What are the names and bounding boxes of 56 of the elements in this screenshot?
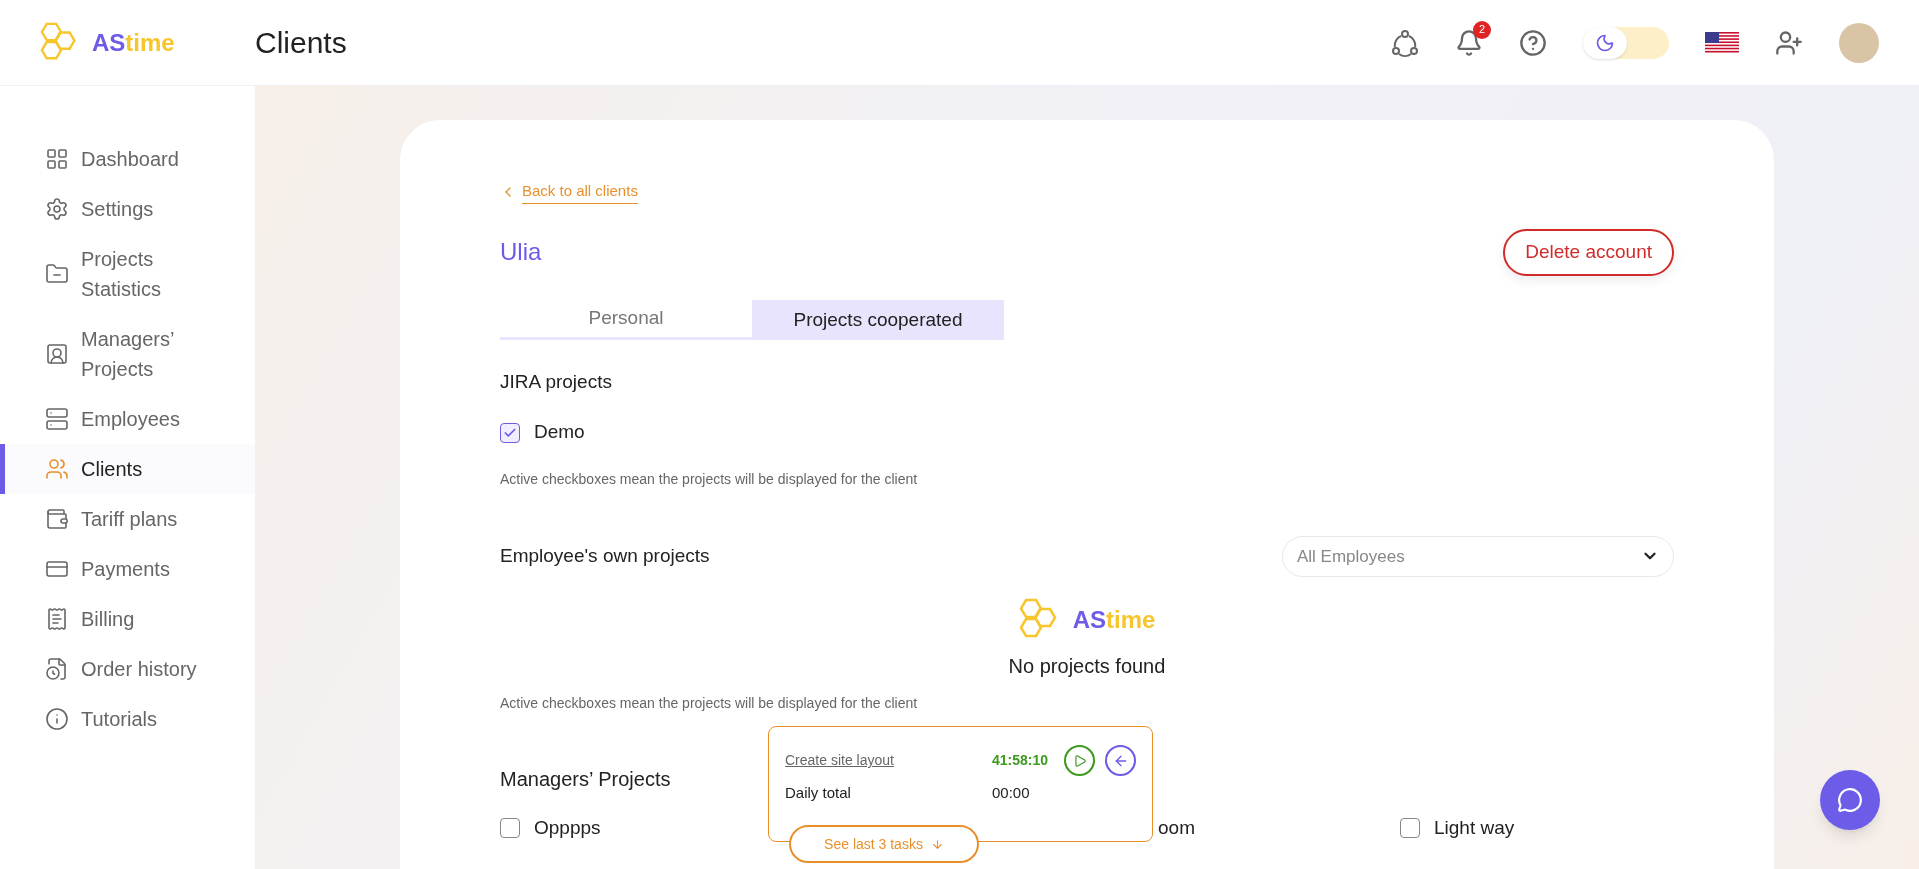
notification-count: 2 — [1473, 20, 1491, 39]
network-icon[interactable] — [1391, 28, 1419, 57]
delete-account-button[interactable]: Delete account — [1503, 228, 1674, 276]
theme-toggle[interactable] — [1583, 26, 1669, 59]
sidebar-item[interactable]: Dashboard — [0, 134, 255, 184]
arrow-down-icon — [930, 837, 944, 851]
help-icon[interactable] — [1519, 28, 1547, 57]
document-clock-icon — [45, 657, 69, 681]
flag-icon[interactable] — [1705, 31, 1739, 54]
add-user-icon[interactable] — [1775, 28, 1803, 57]
sidebar-item[interactable]: Employees — [0, 394, 255, 444]
checkbox[interactable] — [1400, 818, 1420, 838]
grid-icon — [45, 147, 69, 171]
sidebar-item[interactable]: Billing — [0, 594, 255, 644]
settings-icon — [45, 197, 69, 221]
sidebar-item[interactable]: Clients — [0, 444, 255, 494]
logo-text: AStime — [92, 27, 175, 58]
daily-total-time: 00:00 — [992, 783, 1030, 803]
task-time: 41:58:10 — [991, 751, 1048, 770]
task-link[interactable]: Create site layout — [785, 750, 894, 771]
sidebar-item[interactable]: Projects Statistics — [0, 234, 255, 314]
project-label: oom — [1157, 815, 1196, 840]
sidebar-item[interactable]: Order history — [0, 644, 255, 694]
logo-text: AStime — [1072, 604, 1156, 635]
chat-icon — [1837, 787, 1863, 813]
receipt-icon — [45, 607, 69, 631]
tab[interactable]: Projects cooperated — [752, 299, 1004, 340]
page-title: Clients — [255, 25, 347, 61]
checkbox[interactable] — [500, 422, 520, 443]
client-name: Ulia — [500, 237, 542, 268]
sidebar-item[interactable]: Managers’ Projects — [0, 314, 255, 394]
folder-icon — [45, 262, 69, 286]
play-button[interactable] — [1064, 745, 1095, 776]
checkbox[interactable] — [500, 818, 520, 838]
section-title: Managers’ Projects — [500, 766, 671, 792]
project-label: Demo — [534, 420, 585, 445]
wallet-icon — [45, 507, 69, 531]
server-icon — [45, 407, 69, 431]
daily-total-label: Daily total — [785, 783, 852, 803]
empty-state-text: No projects found — [1008, 653, 1166, 679]
sidebar-item[interactable]: Settings — [0, 184, 255, 234]
info-icon — [45, 707, 69, 731]
hint-text: Active checkboxes mean the projects will be displayed for the client — [500, 693, 919, 713]
sidebar-item[interactable]: Payments — [0, 544, 255, 594]
moon-icon — [1595, 32, 1615, 53]
project-label: Light way — [1434, 815, 1515, 840]
section-title: Employee's own projects — [500, 544, 710, 568]
project-label: Opppps — [534, 815, 601, 840]
play-icon — [1072, 753, 1087, 768]
sidebar-item[interactable]: Tariff plans — [0, 494, 255, 544]
user-card-icon — [45, 342, 69, 366]
back-button[interactable] — [1105, 745, 1136, 776]
hint-text: Active checkboxes mean the projects will be displayed for the client — [500, 469, 919, 489]
section-title: JIRA projects — [500, 369, 613, 394]
users-icon — [45, 457, 69, 481]
sidebar-item[interactable]: Tutorials — [0, 694, 255, 744]
